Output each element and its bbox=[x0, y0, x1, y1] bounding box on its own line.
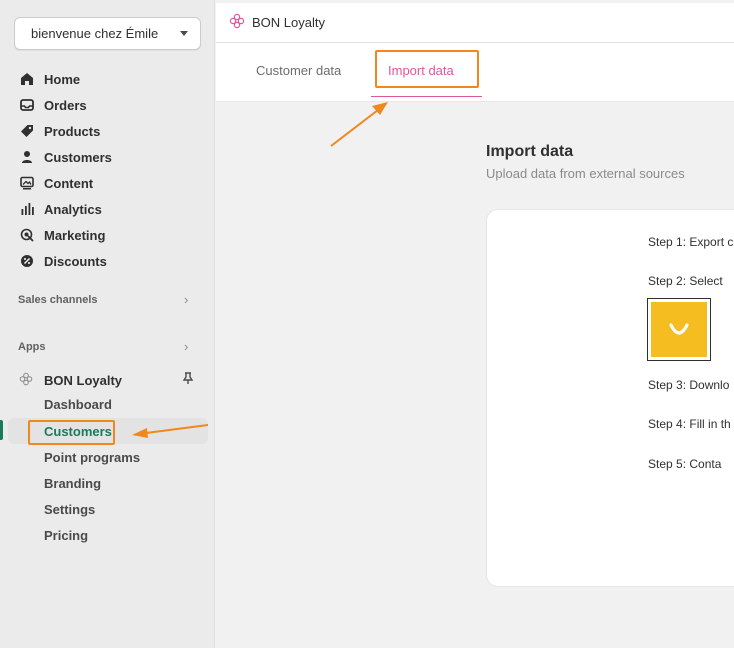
app-name: BON Loyalty bbox=[44, 372, 123, 388]
nav-label: Products bbox=[44, 123, 101, 139]
active-tab-underline bbox=[371, 96, 482, 97]
pin-icon[interactable] bbox=[182, 372, 194, 388]
nav-item-home[interactable]: Home bbox=[0, 66, 215, 92]
nav-label: Marketing bbox=[44, 227, 106, 243]
sub-item-branding[interactable]: Branding bbox=[44, 476, 101, 491]
tab-customer-data[interactable]: Customer data bbox=[256, 63, 341, 78]
main-nav: Home Orders Products Customers Content A… bbox=[0, 66, 215, 274]
nav-item-discounts[interactable]: Discounts bbox=[0, 248, 215, 274]
step-1: Step 1: Export c bbox=[648, 235, 734, 249]
nav-item-content[interactable]: Content bbox=[0, 170, 215, 196]
person-icon bbox=[19, 149, 35, 165]
step-2: Step 2: Select bbox=[648, 274, 723, 288]
store-selector[interactable]: bienvenue chez Émile bbox=[14, 17, 201, 50]
highlight-box-import-tab bbox=[375, 50, 479, 88]
tag-icon bbox=[19, 123, 35, 139]
apps-heading[interactable]: Apps bbox=[18, 341, 46, 353]
nav-item-customers[interactable]: Customers bbox=[0, 144, 215, 170]
nav-label: Orders bbox=[44, 97, 87, 113]
inbox-icon bbox=[19, 97, 35, 113]
chevron-right-icon[interactable]: › bbox=[184, 339, 188, 354]
nav-item-marketing[interactable]: Marketing bbox=[0, 222, 215, 248]
import-card bbox=[486, 209, 734, 587]
page-subtitle: Upload data from external sources bbox=[486, 166, 685, 181]
nav-label: Content bbox=[44, 175, 94, 191]
step-3: Step 3: Downlo bbox=[648, 378, 730, 392]
nav-item-products[interactable]: Products bbox=[0, 118, 215, 144]
flower-icon bbox=[229, 13, 245, 32]
app-root: bienvenue chez Émile Home Orders Product… bbox=[0, 0, 734, 648]
app-logo-selector[interactable] bbox=[647, 298, 711, 361]
active-indicator bbox=[0, 420, 3, 440]
store-name: bienvenue chez Émile bbox=[31, 26, 159, 41]
arrow-to-import-tab bbox=[330, 102, 388, 147]
nav-label: Discounts bbox=[44, 253, 107, 269]
sub-item-point-programs[interactable]: Point programs bbox=[44, 450, 140, 465]
page-title: Import data bbox=[486, 143, 574, 160]
sub-item-settings[interactable]: Settings bbox=[44, 502, 95, 517]
nav-label: Customers bbox=[44, 149, 112, 165]
target-icon bbox=[19, 227, 35, 243]
nav-item-analytics[interactable]: Analytics bbox=[0, 196, 215, 222]
nav-item-orders[interactable]: Orders bbox=[0, 92, 215, 118]
image-icon bbox=[19, 175, 35, 191]
sub-item-pricing[interactable]: Pricing bbox=[44, 528, 88, 543]
sidebar: bienvenue chez Émile Home Orders Product… bbox=[0, 0, 215, 648]
app-bon-loyalty[interactable]: BON Loyalty bbox=[19, 370, 199, 390]
nav-label: Home bbox=[44, 71, 81, 87]
app-title: BON Loyalty bbox=[252, 15, 325, 30]
step-4: Step 4: Fill in th bbox=[648, 417, 731, 431]
step-5: Step 5: Conta bbox=[648, 457, 722, 471]
bar-chart-icon bbox=[19, 201, 35, 217]
flower-icon bbox=[19, 372, 35, 389]
tab-bar: Customer data Import data bbox=[216, 43, 734, 102]
percent-icon bbox=[19, 253, 35, 269]
chevron-right-icon[interactable]: › bbox=[184, 292, 188, 307]
app-header: BON Loyalty bbox=[216, 3, 734, 43]
sub-item-dashboard[interactable]: Dashboard bbox=[44, 397, 112, 412]
caret-down-icon bbox=[180, 31, 188, 36]
nav-label: Analytics bbox=[44, 201, 102, 217]
home-icon bbox=[19, 71, 35, 87]
highlight-box-customers bbox=[28, 420, 115, 445]
smile-logo-icon bbox=[651, 302, 707, 357]
sales-channels-heading[interactable]: Sales channels bbox=[18, 294, 98, 306]
